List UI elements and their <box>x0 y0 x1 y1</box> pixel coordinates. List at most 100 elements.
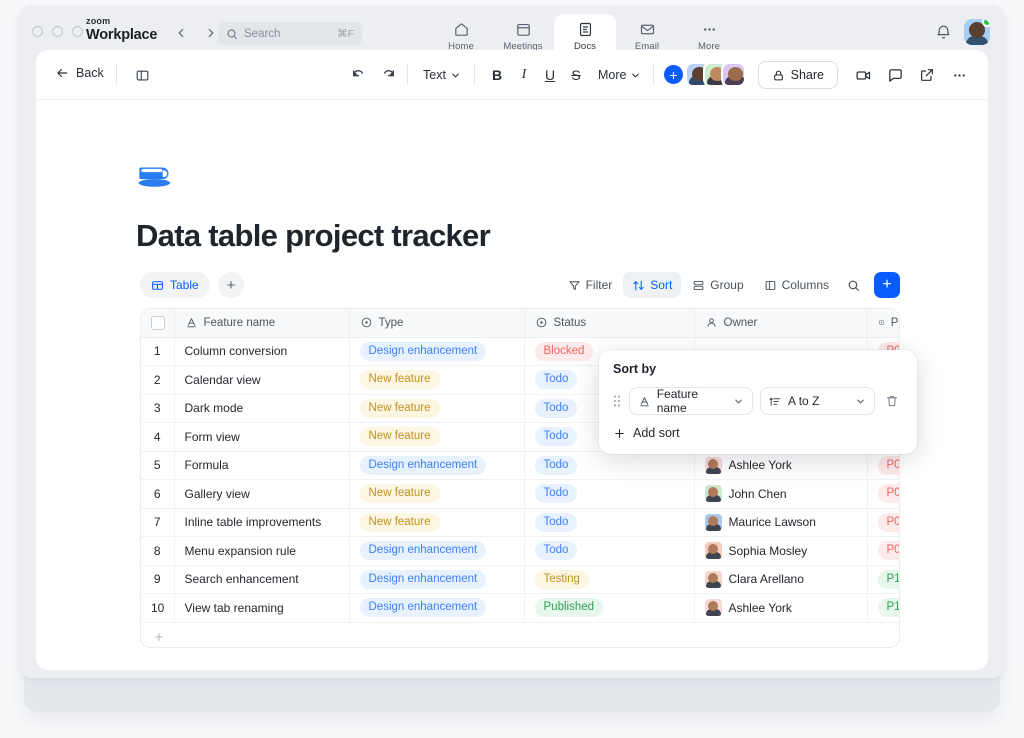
cell-owner[interactable]: Sophia Mosley <box>694 536 868 566</box>
insert-button[interactable]: + <box>664 65 683 84</box>
columns-button[interactable]: Columns <box>755 272 838 298</box>
row-index[interactable]: 2 <box>141 365 175 395</box>
redo-button[interactable] <box>375 62 401 88</box>
select-all-checkbox[interactable] <box>151 315 165 330</box>
cell-priority[interactable]: P0 <box>867 508 899 537</box>
table-row[interactable]: 10 View tab renaming Design enhancement Pub… <box>141 593 899 623</box>
cell-feature-name[interactable]: Search enhancement <box>174 565 350 594</box>
row-index[interactable]: 5 <box>141 451 175 480</box>
sort-field-select[interactable]: Feature name <box>628 387 754 415</box>
column-header-feature-name[interactable]: Feature name <box>174 309 350 338</box>
underline-button[interactable]: U <box>537 62 563 88</box>
document-overflow-button[interactable] <box>946 62 972 88</box>
cell-feature-name[interactable]: Formula <box>174 451 350 480</box>
window-minimize-button[interactable] <box>52 26 63 37</box>
undo-button[interactable] <box>346 62 372 88</box>
cell-priority[interactable]: P0 <box>867 536 899 566</box>
collaborator-avatars[interactable] <box>685 62 746 87</box>
cell-priority[interactable]: P1 <box>867 593 899 623</box>
row-index[interactable]: 10 <box>141 593 175 623</box>
sort-order-select[interactable]: A to Z <box>760 387 875 415</box>
row-index[interactable]: 1 <box>141 337 175 366</box>
cell-feature-name[interactable]: Menu expansion rule <box>174 536 350 566</box>
row-index[interactable]: 3 <box>141 394 175 423</box>
cell-type[interactable]: Design enhancement <box>349 565 525 594</box>
cell-type[interactable]: Design enhancement <box>349 337 525 366</box>
share-button[interactable]: Share <box>757 61 838 89</box>
cell-feature-name[interactable]: Inline table improvements <box>174 508 350 537</box>
cell-type[interactable]: Design enhancement <box>349 536 525 566</box>
table-row[interactable]: 6 Gallery view New feature Todo John Chen P0 <box>141 479 899 509</box>
avatar[interactable] <box>964 19 990 45</box>
row-index[interactable]: 8 <box>141 536 175 566</box>
export-button[interactable] <box>914 62 940 88</box>
comments-button[interactable] <box>882 62 908 88</box>
cell-type[interactable]: New feature <box>349 394 525 423</box>
global-search-input[interactable]: Search ⌘F <box>218 22 362 45</box>
cell-owner[interactable]: Ashlee York <box>694 593 868 623</box>
cell-priority[interactable]: P0 <box>867 479 899 509</box>
coffee-cup-icon[interactable] <box>136 158 176 192</box>
table-row[interactable]: 8 Menu expansion rule Design enhancement To… <box>141 536 899 566</box>
cell-type[interactable]: New feature <box>349 422 525 452</box>
cell-status[interactable]: Published <box>524 593 695 623</box>
drag-handle-icon[interactable] <box>613 394 622 408</box>
cell-status[interactable]: Todo <box>524 479 695 509</box>
cell-owner[interactable]: Ashlee York <box>694 451 868 480</box>
filter-button[interactable]: Filter <box>559 272 622 298</box>
collaborator-avatar-3[interactable] <box>721 62 746 87</box>
window-controls[interactable] <box>32 26 83 37</box>
column-header-owner[interactable]: Owner <box>694 309 868 338</box>
cell-type[interactable]: New feature <box>349 365 525 395</box>
window-maximize-button[interactable] <box>72 26 83 37</box>
add-row-button[interactable] <box>141 623 899 648</box>
table-row[interactable]: 7 Inline table improvements New feature Tod… <box>141 508 899 537</box>
cell-status[interactable]: Todo <box>524 508 695 537</box>
window-close-button[interactable] <box>32 26 43 37</box>
cell-type[interactable]: New feature <box>349 479 525 509</box>
cell-priority[interactable]: P1 <box>867 565 899 594</box>
add-view-button[interactable]: + <box>218 272 244 298</box>
cell-status[interactable]: Todo <box>524 451 695 480</box>
cell-type[interactable]: Design enhancement <box>349 451 525 480</box>
column-header-status[interactable]: Status <box>524 309 695 338</box>
notifications-button[interactable] <box>935 24 952 41</box>
add-record-button[interactable]: + <box>874 272 900 298</box>
cell-status[interactable]: Todo <box>524 536 695 566</box>
row-index[interactable]: 4 <box>141 422 175 452</box>
italic-button[interactable]: I <box>511 62 537 88</box>
cell-priority[interactable]: P0 <box>867 451 899 480</box>
delete-sort-button[interactable] <box>882 394 903 408</box>
bold-button[interactable]: B <box>484 62 510 88</box>
nav-back-button[interactable] <box>168 20 194 46</box>
page-title[interactable]: Data table project tracker <box>136 218 988 254</box>
strikethrough-button[interactable]: S <box>563 62 589 88</box>
add-sort-button[interactable]: Add sort <box>613 426 680 440</box>
back-button[interactable]: Back <box>50 63 109 83</box>
row-index[interactable]: 7 <box>141 508 175 537</box>
cell-feature-name[interactable]: Dark mode <box>174 394 350 423</box>
cell-feature-name[interactable]: View tab renaming <box>174 593 350 623</box>
row-index[interactable]: 6 <box>141 479 175 509</box>
more-formatting-dropdown[interactable]: More <box>591 62 648 88</box>
cell-type[interactable]: Design enhancement <box>349 593 525 623</box>
table-row[interactable]: 5 Formula Design enhancement Todo Ashlee Yor… <box>141 451 899 480</box>
table-search-button[interactable] <box>840 272 866 298</box>
cell-feature-name[interactable]: Column conversion <box>174 337 350 366</box>
start-video-button[interactable] <box>850 62 876 88</box>
cell-type[interactable]: New feature <box>349 508 525 537</box>
sort-button[interactable]: Sort <box>623 272 682 298</box>
sidebar-toggle-button[interactable] <box>129 62 155 88</box>
cell-owner[interactable]: John Chen <box>694 479 868 509</box>
cell-feature-name[interactable]: Form view <box>174 422 350 452</box>
select-all-header[interactable] <box>141 309 175 338</box>
row-index[interactable]: 9 <box>141 565 175 594</box>
text-style-dropdown[interactable]: Text <box>416 62 468 88</box>
cell-owner[interactable]: Clara Arellano <box>694 565 868 594</box>
column-header-type[interactable]: Type <box>349 309 525 338</box>
cell-status[interactable]: Testing <box>524 565 695 594</box>
view-tab-table[interactable]: Table <box>140 272 210 298</box>
cell-owner[interactable]: Maurice Lawson <box>694 508 868 537</box>
group-button[interactable]: Group <box>683 272 752 298</box>
table-row[interactable]: 9 Search enhancement Design enhancement Tes… <box>141 565 899 594</box>
